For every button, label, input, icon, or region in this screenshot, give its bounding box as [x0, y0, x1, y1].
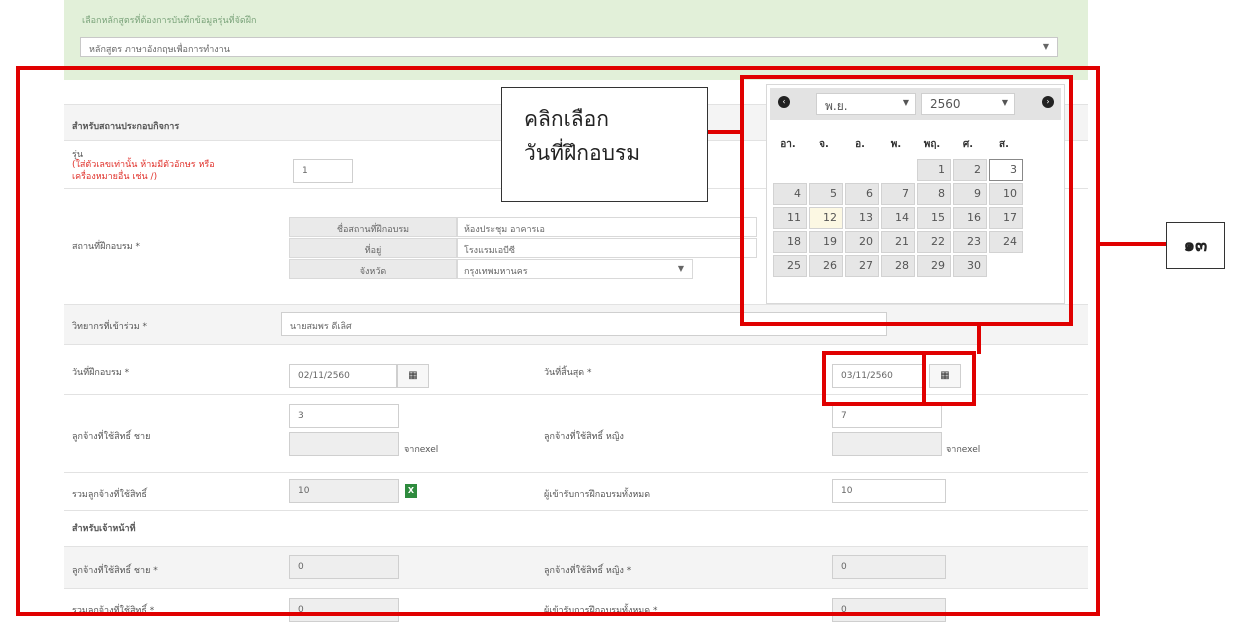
callout-line-2: วันที่ฝึกอบรม [524, 141, 641, 165]
calendar-button-highlight-box [922, 351, 976, 406]
course-select[interactable]: หลักสูตร ภาษาอังกฤษเพื่อการทำงาน ▼ [80, 37, 1058, 57]
course-select-label: เลือกหลักสูตรที่ต้องการบันทึกข้อมูลรุ่นท… [82, 16, 257, 26]
callout-connector [706, 130, 742, 134]
instruction-callout: คลิกเลือก วันที่ฝึกอบรม [501, 87, 708, 202]
callout-line-1: คลิกเลือก [524, 107, 610, 131]
course-select-value: หลักสูตร ภาษาอังกฤษเพื่อการทำงาน [89, 45, 230, 55]
calendar-highlight-box [740, 75, 1073, 326]
end-date-highlight-box [822, 351, 926, 406]
chevron-down-icon: ▼ [1042, 42, 1049, 51]
connector-line [977, 322, 981, 354]
step-number-badge: ๑๓ [1166, 222, 1225, 269]
step-connector [1098, 242, 1168, 246]
